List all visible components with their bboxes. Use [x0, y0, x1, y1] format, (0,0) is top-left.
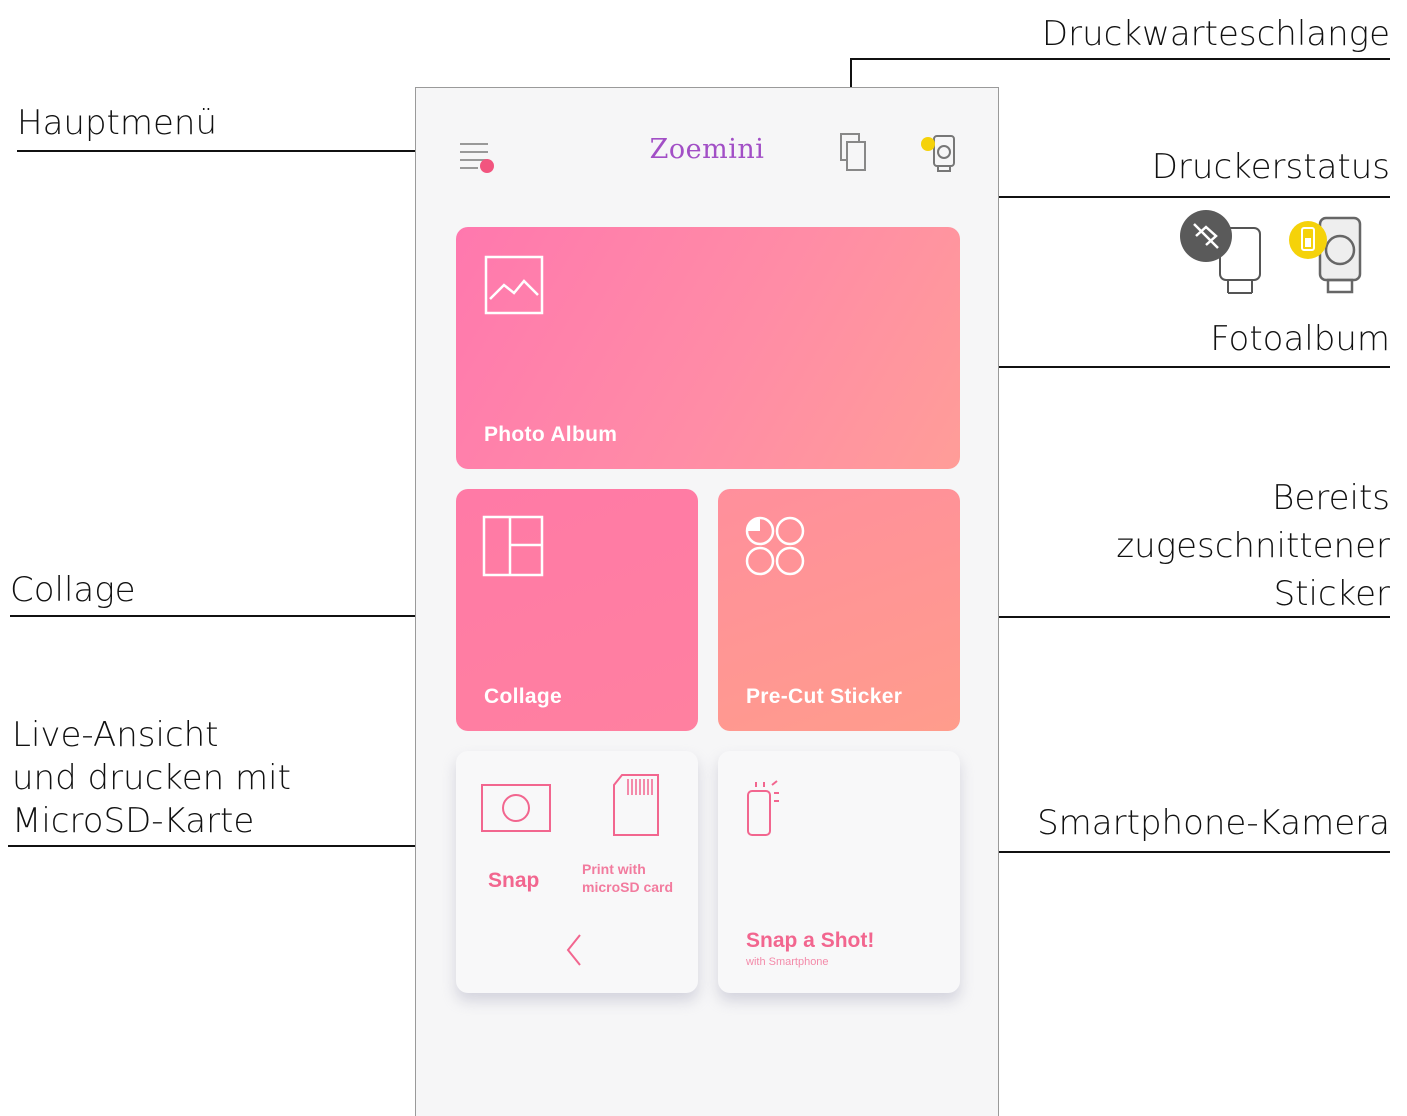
callout-live-line3: MicroSD-Karte	[12, 801, 255, 841]
callout-live-line2: und drucken mit	[12, 758, 291, 798]
sticker-shapes-icon	[745, 516, 805, 576]
printer-status-legend	[1178, 210, 1368, 300]
app-title: Zoemini	[649, 134, 765, 165]
snap-card[interactable]: Snap Print with microSD card	[456, 751, 698, 993]
photo-album-card[interactable]: Photo Album	[456, 227, 960, 469]
callout-print-queue: Druckwarteschlange	[1041, 14, 1390, 54]
leader-line-printer-status	[941, 196, 1390, 198]
chevron-left-icon[interactable]	[564, 933, 584, 967]
print-sd-label-line1[interactable]: Print with	[582, 861, 646, 877]
leader-line-live	[8, 845, 480, 847]
callout-collage: Collage	[10, 570, 136, 610]
print-sd-label-line2[interactable]: microSD card	[582, 879, 673, 895]
snap-shot-label: Snap a Shot!	[746, 929, 875, 952]
callout-printer-status: Druckerstatus	[1151, 147, 1390, 187]
callout-live-line1: Live-Ansicht	[12, 715, 219, 755]
collage-card[interactable]: Collage	[456, 489, 698, 731]
callout-main-menu: Hauptmenü	[17, 103, 217, 143]
camera-icon[interactable]	[480, 783, 552, 833]
photo-album-label: Photo Album	[484, 423, 618, 446]
precut-sticker-card[interactable]: Pre-Cut Sticker	[718, 489, 960, 731]
phone-screen: Zoemini Photo Album Collage Pre-Cut Stic…	[415, 87, 999, 1116]
callout-precut-line1: Bereits	[1272, 478, 1390, 518]
snap-label[interactable]: Snap	[488, 869, 539, 893]
callout-precut-line2: zugeschnittener	[1116, 526, 1390, 566]
leader-line-main-menu	[17, 150, 459, 152]
collage-label: Collage	[484, 685, 562, 708]
print-queue-icon[interactable]	[839, 132, 867, 172]
smartphone-icon	[747, 780, 779, 836]
snap-shot-sublabel: with Smartphone	[746, 956, 829, 968]
leader-line-print-queue	[851, 58, 1390, 60]
precut-sticker-label: Pre-Cut Sticker	[746, 685, 903, 708]
callout-photo-album: Fotoalbum	[1210, 319, 1390, 359]
sd-card-icon[interactable]	[610, 773, 662, 839]
callout-smartphone-camera: Smartphone-Kamera	[1037, 803, 1390, 843]
collage-layout-icon	[482, 515, 544, 577]
image-icon	[484, 255, 544, 315]
printer-status-icon[interactable]	[916, 132, 958, 172]
leader-line-collage	[10, 615, 483, 617]
callout-precut-line3: Sticker	[1273, 574, 1390, 614]
smartphone-camera-card[interactable]: Snap a Shot! with Smartphone	[718, 751, 960, 993]
